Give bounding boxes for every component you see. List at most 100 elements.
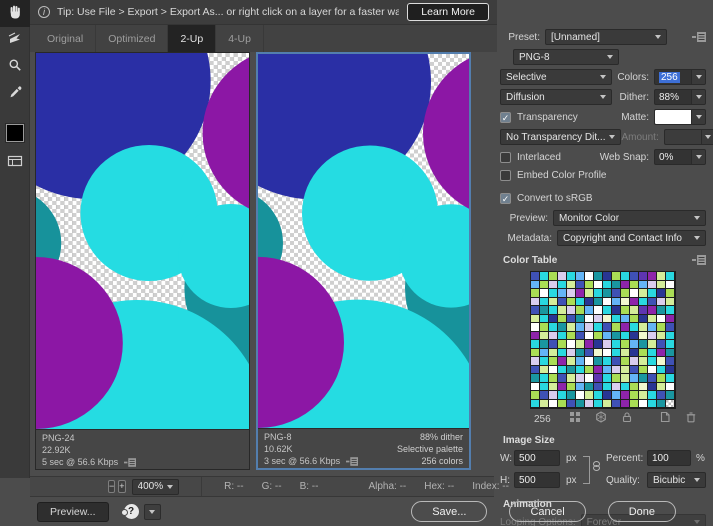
zoom-in-button[interactable]: + <box>118 480 126 493</box>
color-swatch[interactable] <box>567 382 576 391</box>
color-swatch[interactable] <box>549 348 558 357</box>
preview-image-original[interactable] <box>36 53 249 429</box>
color-swatch[interactable] <box>621 382 630 391</box>
color-swatch[interactable] <box>666 365 675 374</box>
color-swatch[interactable] <box>558 340 567 349</box>
color-swatch[interactable] <box>540 289 549 298</box>
color-swatch[interactable] <box>612 297 621 306</box>
color-swatch[interactable] <box>648 340 657 349</box>
color-swatch[interactable] <box>585 306 594 315</box>
map-transparency-icon[interactable] <box>595 410 607 428</box>
color-swatch[interactable] <box>621 340 630 349</box>
color-swatch[interactable] <box>657 391 666 400</box>
color-swatch[interactable] <box>603 382 612 391</box>
color-swatch[interactable] <box>630 297 639 306</box>
color-swatch[interactable] <box>639 306 648 315</box>
color-swatch[interactable] <box>621 306 630 315</box>
color-swatch[interactable] <box>567 306 576 315</box>
color-swatch[interactable] <box>666 289 675 298</box>
color-swatch[interactable] <box>585 331 594 340</box>
color-swatch[interactable] <box>639 374 648 383</box>
color-swatch[interactable] <box>576 348 585 357</box>
cancel-button[interactable]: Cancel <box>509 501 586 522</box>
slice-select-tool[interactable] <box>0 27 30 54</box>
color-swatch[interactable] <box>531 280 540 289</box>
color-swatch[interactable] <box>657 306 666 315</box>
color-swatch[interactable] <box>549 314 558 323</box>
tab-2-up[interactable]: 2-Up <box>168 25 217 52</box>
transparency-dither-select[interactable]: No Transparency Dit... <box>500 129 622 145</box>
color-swatch[interactable] <box>549 297 558 306</box>
color-swatch[interactable] <box>594 399 603 408</box>
color-swatch[interactable] <box>621 348 630 357</box>
color-table-grid[interactable] <box>530 271 676 409</box>
color-swatch[interactable] <box>567 280 576 289</box>
color-swatch[interactable] <box>621 297 630 306</box>
color-swatch[interactable] <box>540 331 549 340</box>
color-swatch[interactable] <box>549 272 558 281</box>
colors-stepper[interactable]: 256 <box>654 69 706 85</box>
lock-color-icon[interactable] <box>621 410 633 428</box>
color-swatch[interactable] <box>585 348 594 357</box>
color-swatch[interactable] <box>666 382 675 391</box>
color-swatch[interactable] <box>576 323 585 332</box>
color-swatch[interactable] <box>612 391 621 400</box>
color-swatch[interactable] <box>648 314 657 323</box>
color-swatch[interactable] <box>540 391 549 400</box>
percent-field[interactable]: 100 <box>647 450 691 466</box>
color-swatch[interactable] <box>657 357 666 366</box>
color-swatch[interactable] <box>630 280 639 289</box>
color-swatch[interactable] <box>657 280 666 289</box>
color-swatch[interactable] <box>567 323 576 332</box>
color-swatch[interactable] <box>666 340 675 349</box>
color-swatch[interactable] <box>621 399 630 408</box>
color-swatch[interactable] <box>540 323 549 332</box>
color-swatch[interactable] <box>621 391 630 400</box>
color-swatch[interactable] <box>630 289 639 298</box>
browser-preview-icon[interactable]: ? <box>120 503 139 521</box>
color-swatch[interactable] <box>549 280 558 289</box>
color-swatch[interactable] <box>612 289 621 298</box>
color-swatch[interactable] <box>531 272 540 281</box>
color-swatch[interactable] <box>594 314 603 323</box>
color-swatch[interactable] <box>657 382 666 391</box>
color-swatch[interactable] <box>567 374 576 383</box>
color-swatch[interactable] <box>639 297 648 306</box>
color-swatch[interactable] <box>585 297 594 306</box>
panel-menu-icon[interactable] <box>692 32 706 42</box>
color-swatch[interactable] <box>630 374 639 383</box>
color-swatch[interactable] <box>639 289 648 298</box>
color-swatch[interactable] <box>576 357 585 366</box>
color-swatch[interactable] <box>648 374 657 383</box>
color-swatch[interactable] <box>612 331 621 340</box>
color-swatch[interactable] <box>585 374 594 383</box>
color-swatch[interactable] <box>540 374 549 383</box>
color-swatch[interactable] <box>666 297 675 306</box>
color-swatch[interactable] <box>531 331 540 340</box>
color-swatch[interactable] <box>639 280 648 289</box>
delete-color-icon[interactable] <box>685 410 697 428</box>
color-swatch[interactable] <box>576 289 585 298</box>
color-swatch[interactable] <box>594 297 603 306</box>
color-swatch[interactable] <box>657 348 666 357</box>
preview-in-browser-button[interactable]: Preview... <box>37 501 109 522</box>
color-swatch[interactable] <box>585 314 594 323</box>
color-swatch[interactable] <box>630 323 639 332</box>
color-swatch[interactable] <box>594 331 603 340</box>
color-swatch[interactable] <box>612 382 621 391</box>
color-swatch[interactable] <box>648 272 657 281</box>
link-chain-icon[interactable] <box>593 461 600 471</box>
color-swatch[interactable] <box>531 323 540 332</box>
color-swatch[interactable] <box>612 272 621 281</box>
color-swatch[interactable] <box>612 365 621 374</box>
color-swatch[interactable] <box>594 391 603 400</box>
color-swatch[interactable] <box>531 399 540 408</box>
dither-method-select[interactable]: Diffusion <box>500 89 612 105</box>
color-swatch[interactable] <box>585 289 594 298</box>
color-swatch[interactable] <box>639 391 648 400</box>
color-swatch[interactable] <box>666 357 675 366</box>
color-swatch[interactable] <box>567 331 576 340</box>
tab-4-up[interactable]: 4-Up <box>216 25 264 52</box>
color-swatch[interactable] <box>576 382 585 391</box>
color-swatch[interactable] <box>531 306 540 315</box>
